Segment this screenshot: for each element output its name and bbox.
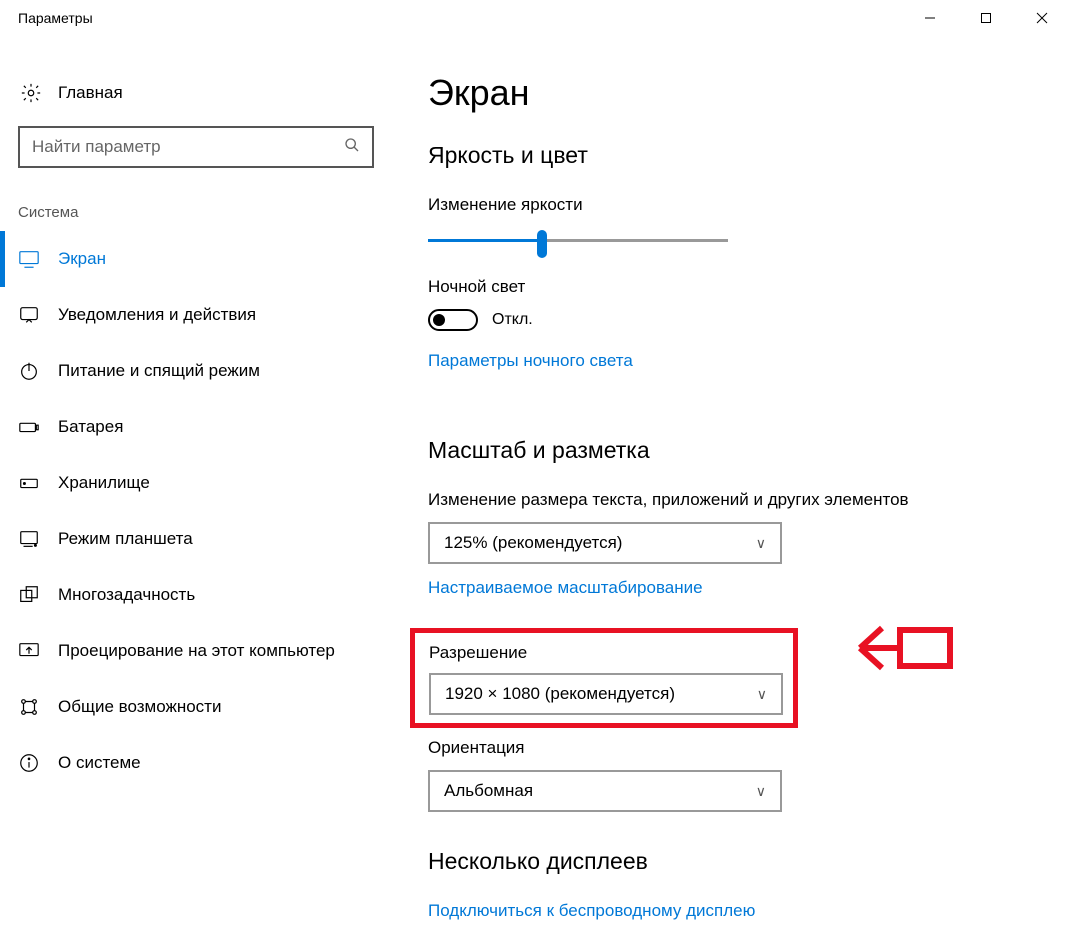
shared-icon [18,696,40,718]
multitask-icon [18,584,40,606]
sidebar-item-multitask[interactable]: Многозадачность [0,567,388,623]
gear-icon [20,82,42,104]
sidebar-nav: Экран Уведомления и действия Питание и с… [0,231,388,791]
sidebar-item-about[interactable]: О системе [0,735,388,791]
sidebar-item-notifications[interactable]: Уведомления и действия [0,287,388,343]
window-title: Параметры [18,10,93,26]
scale-value: 125% (рекомендуется) [444,533,622,553]
maximize-button[interactable] [958,0,1014,36]
sidebar-group-label: Система [18,204,388,221]
brightness-slider-label: Изменение яркости [428,195,1040,215]
sidebar-item-label: Уведомления и действия [58,305,256,325]
scale-label: Изменение размера текста, приложений и д… [428,490,1040,510]
sidebar-item-storage[interactable]: Хранилище [0,455,388,511]
about-icon [18,752,40,774]
night-light-label: Ночной свет [428,277,1040,297]
custom-scaling-link[interactable]: Настраиваемое масштабирование [428,578,703,598]
power-icon [18,360,40,382]
close-button[interactable] [1014,0,1070,36]
sidebar-item-label: О системе [58,753,141,773]
resolution-highlight: Разрешение 1920 × 1080 (рекомендуется) ∨ [410,628,798,728]
resolution-select[interactable]: 1920 × 1080 (рекомендуется) ∨ [429,673,783,715]
sidebar-item-label: Экран [58,249,106,269]
battery-icon [18,416,40,438]
toggle-knob [433,314,445,326]
slider-thumb[interactable] [537,230,547,258]
tablet-icon [18,528,40,550]
resolution-label: Разрешение [429,643,779,663]
storage-icon [18,472,40,494]
slider-fill [428,239,542,242]
search-icon [344,137,360,158]
chevron-down-icon: ∨ [756,535,766,552]
chevron-down-icon: ∨ [756,783,766,800]
sidebar-item-shared[interactable]: Общие возможности [0,679,388,735]
sidebar-item-label: Многозадачность [58,585,195,605]
sidebar-item-label: Режим планшета [58,529,193,549]
sidebar-item-label: Проецирование на этот компьютер [58,641,335,661]
scale-select[interactable]: 125% (рекомендуется) ∨ [428,522,782,564]
multi-displays-heading: Несколько дисплеев [428,848,1040,875]
sidebar: Главная Система Экран Уведомления и дейс… [0,36,388,910]
orientation-select[interactable]: Альбомная ∨ [428,770,782,812]
night-light-settings-link[interactable]: Параметры ночного света [428,351,633,371]
brightness-heading: Яркость и цвет [428,142,1040,169]
project-icon [18,640,40,662]
orientation-value: Альбомная [444,781,533,801]
sidebar-item-label: Питание и спящий режим [58,361,260,381]
home-label: Главная [58,83,123,103]
sidebar-item-label: Хранилище [58,473,150,493]
chevron-down-icon: ∨ [757,686,767,703]
night-light-state: Откл. [492,311,533,329]
resolution-value: 1920 × 1080 (рекомендуется) [445,684,675,704]
titlebar: Параметры [0,0,1070,36]
annotation-arrow [840,608,960,693]
sidebar-item-project[interactable]: Проецирование на этот компьютер [0,623,388,679]
orientation-label: Ориентация [428,738,1040,758]
search-box[interactable] [18,126,374,168]
home-button[interactable]: Главная [20,82,388,104]
sidebar-item-battery[interactable]: Батарея [0,399,388,455]
sidebar-item-label: Общие возможности [58,697,221,717]
sidebar-item-label: Батарея [58,417,123,437]
scale-heading: Масштаб и разметка [428,437,1040,464]
brightness-slider[interactable] [428,227,728,255]
minimize-button[interactable] [902,0,958,36]
window-controls [902,0,1070,36]
search-input[interactable] [32,137,344,157]
page-title: Экран [428,72,1040,114]
night-light-toggle[interactable] [428,309,478,331]
sidebar-item-display[interactable]: Экран [0,231,388,287]
main-content: Экран Яркость и цвет Изменение яркости Н… [388,36,1070,910]
notifications-icon [18,304,40,326]
display-icon [18,248,40,270]
wireless-display-link[interactable]: Подключиться к беспроводному дисплею [428,901,755,921]
sidebar-item-tablet[interactable]: Режим планшета [0,511,388,567]
sidebar-item-power[interactable]: Питание и спящий режим [0,343,388,399]
